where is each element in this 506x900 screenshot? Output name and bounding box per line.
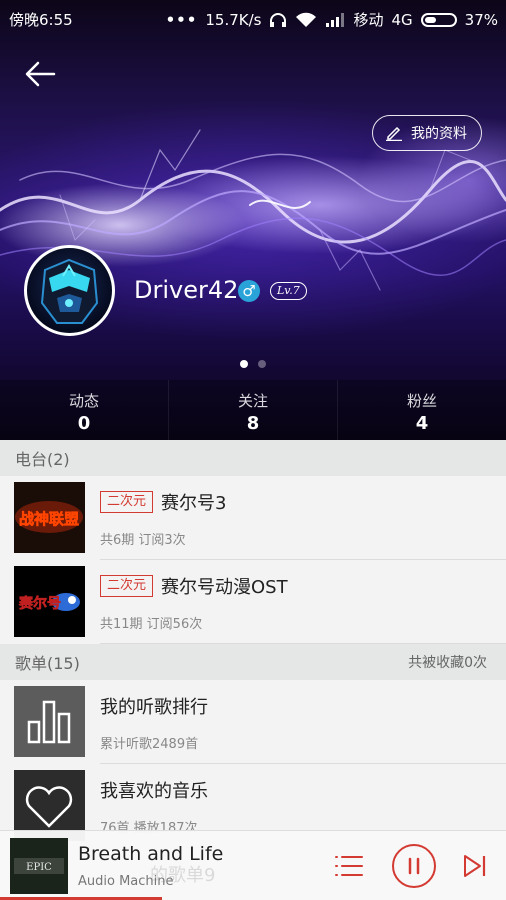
pager-dot (258, 360, 266, 368)
carrier-label: 移动 (353, 11, 384, 29)
stat-label: 关注 (237, 392, 268, 410)
album-cover-image[interactable]: EPIC (10, 838, 68, 894)
signal-icon (326, 13, 345, 27)
stat-value: 4 (415, 413, 429, 434)
next-track-icon[interactable] (462, 853, 488, 879)
avatar[interactable] (24, 245, 115, 336)
playlist-title: 我的听歌排行 (100, 697, 208, 718)
pager-dot-active (240, 360, 248, 368)
radio-meta: 共11期 订阅56次 (100, 617, 203, 632)
playlist-section-title: 歌单(15) (15, 654, 80, 673)
stat-posts[interactable]: 动态 0 (0, 380, 169, 440)
status-time: 傍晚6:55 (9, 11, 73, 29)
radio-item[interactable]: 战神联盟 二次元 赛尔号3 共6期 订阅3次 (0, 476, 506, 560)
notification-dots: ••• (165, 10, 198, 29)
radio-meta: 共6期 订阅3次 (100, 533, 186, 548)
radio-cover-text: 战神联盟 (19, 510, 79, 528)
profile-header: 傍晚6:55 ••• 15.7K/s 移动 4G 37% 我的资料 Driver… (0, 0, 506, 440)
wifi-icon (296, 12, 317, 27)
battery-percent: 37% (464, 10, 498, 29)
level-badge: Lv.7 (270, 282, 307, 300)
headphones-icon (270, 12, 287, 27)
male-gender-icon: ♂ (238, 280, 260, 302)
playlist-section-header: 歌单(15) 共被收藏0次 (0, 644, 506, 680)
radio-section-header: 电台(2) (0, 440, 506, 476)
stat-value: 0 (77, 413, 91, 434)
pause-button[interactable] (392, 844, 436, 888)
radio-cover-image: 赛尔号 (14, 566, 85, 637)
radio-title: 赛尔号3 (161, 493, 227, 514)
stat-label: 粉丝 (406, 392, 437, 410)
artist-name: Audio Machine (78, 874, 174, 889)
stat-followers[interactable]: 粉丝 4 (338, 380, 506, 440)
collected-count: 共被收藏0次 (408, 655, 487, 671)
playlist-meta: 累计听歌2489首 (100, 737, 199, 752)
stat-value: 8 (246, 413, 260, 434)
stat-label: 动态 (68, 392, 99, 410)
my-profile-label: 我的资料 (411, 126, 467, 142)
network-speed: 15.7K/s (205, 10, 262, 29)
radio-item[interactable]: 赛尔号 二次元 赛尔号动漫OST 共11期 订阅56次 (0, 560, 506, 644)
mini-player[interactable]: 的歌单9 EPIC Breath and Life Audio Machine (0, 830, 506, 900)
radio-section-title: 电台(2) (15, 450, 70, 469)
robot-helmet-avatar-image (40, 258, 99, 324)
category-tag: 二次元 (100, 491, 154, 513)
my-profile-button[interactable]: 我的资料 (372, 115, 482, 151)
stats-bar: 动态 0 关注 8 粉丝 4 (0, 380, 506, 440)
network-type: 4G (391, 10, 413, 29)
status-bar: 傍晚6:55 ••• 15.7K/s 移动 4G 37% (0, 0, 506, 36)
album-cover-text: EPIC (26, 862, 52, 873)
header-pager (0, 360, 506, 368)
back-arrow-icon[interactable] (22, 56, 58, 92)
ranking-cover-image (14, 686, 85, 757)
playlist-item[interactable]: 我的听歌排行 累计听歌2489首 (0, 680, 506, 764)
playlist-title: 我喜欢的音乐 (100, 781, 208, 802)
battery-icon (420, 12, 457, 27)
radio-cover-image: 战神联盟 (14, 482, 85, 553)
radio-cover-text: 赛尔号 (18, 595, 61, 612)
playlist-icon[interactable] (334, 853, 364, 879)
radio-title: 赛尔号动漫OST (161, 577, 288, 598)
pause-icon (408, 857, 420, 875)
bar-chart-icon (27, 700, 71, 744)
stat-following[interactable]: 关注 8 (169, 380, 338, 440)
category-tag: 二次元 (100, 575, 154, 597)
track-title: Breath and Life (78, 843, 224, 865)
username: Driver42 (134, 276, 239, 304)
edit-icon (386, 126, 402, 141)
